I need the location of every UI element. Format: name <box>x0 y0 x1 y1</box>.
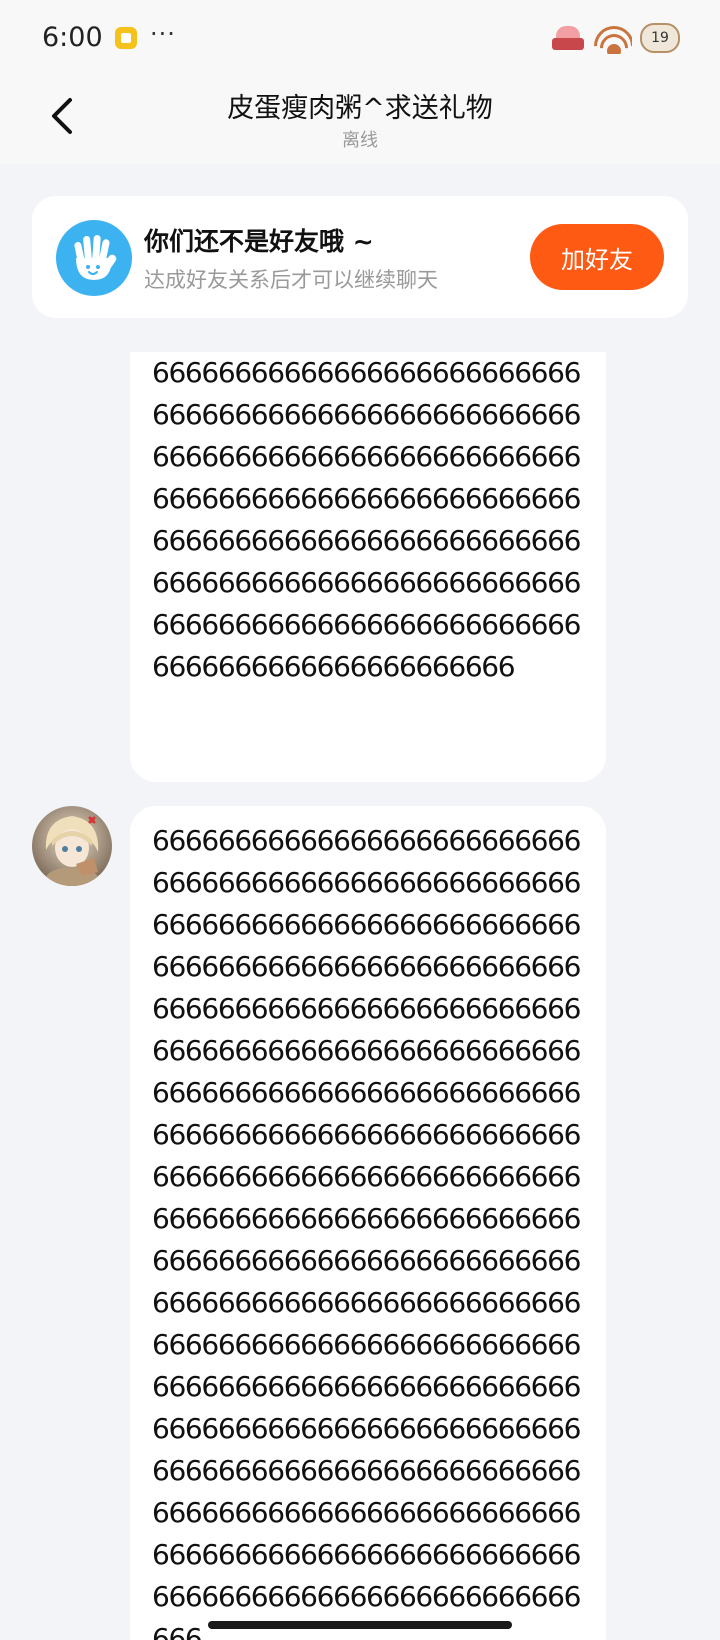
avatar[interactable] <box>32 806 112 886</box>
cake-icon <box>550 22 586 54</box>
contact-name: 皮蛋瘦肉粥^求送礼物 <box>227 93 493 124</box>
add-friend-button[interactable]: 加好友 <box>530 224 664 290</box>
banner-title: 你们还不是好友哦 ~ <box>144 227 374 256</box>
message-bubble[interactable]: 6666666666666666666666666666666666666666… <box>130 806 606 1640</box>
message-bubble[interactable]: 6666666666666666666666666666666666666666… <box>130 352 606 782</box>
not-friends-banner: 你们还不是好友哦 ~ 达成好友关系后才可以继续聊天 加好友 <box>32 196 688 318</box>
status-icons: 19 <box>550 18 680 58</box>
home-indicator[interactable] <box>208 1621 512 1629</box>
more-notifications-icon: ··· <box>150 20 176 48</box>
status-bar: 6:00 ··· 19 <box>0 0 720 78</box>
banner-subtitle: 达成好友关系后才可以继续聊天 <box>144 268 438 292</box>
waving-hand-icon <box>56 220 132 296</box>
status-time: 6:00 <box>42 22 103 53</box>
online-status: 离线 <box>342 130 378 151</box>
chat-header: 皮蛋瘦肉粥^求送礼物 离线 <box>0 78 720 164</box>
app-notification-icon <box>115 27 137 49</box>
battery-icon: 19 <box>640 23 680 53</box>
wifi-icon <box>594 22 632 54</box>
